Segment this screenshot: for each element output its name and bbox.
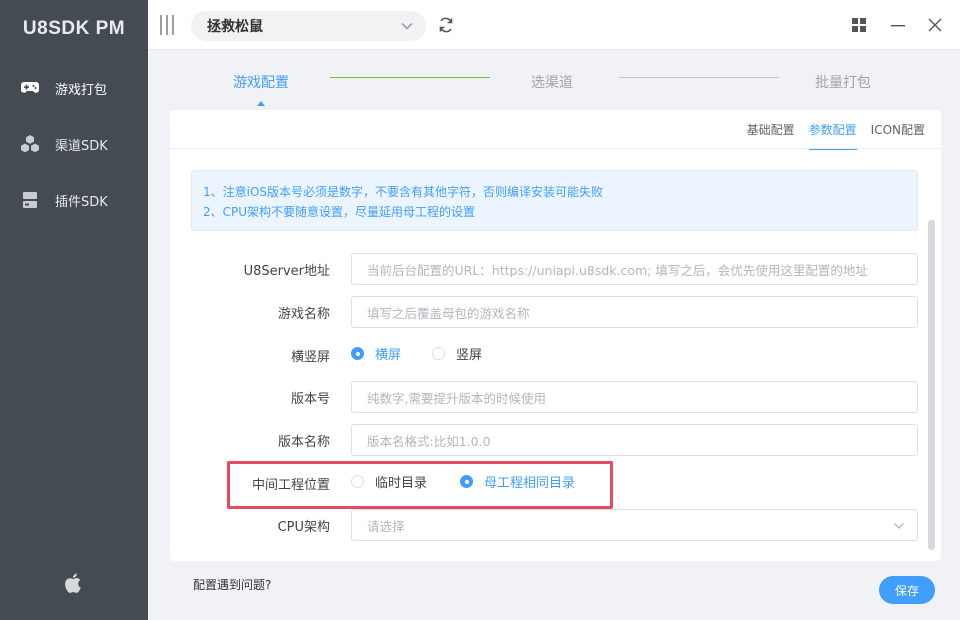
sidebar-item-plugin-sdk[interactable]: 插件SDK bbox=[0, 178, 148, 222]
game-name-label: 游戏名称 bbox=[277, 307, 330, 322]
sidebar-item-label: 渠道SDK bbox=[55, 138, 108, 154]
radio-landscape[interactable]: 横屏 bbox=[351, 344, 401, 363]
step-connector bbox=[619, 77, 779, 78]
apple-icon[interactable] bbox=[64, 572, 84, 594]
version-code-input[interactable]: 纯数字,需要提升版本的时候使用 bbox=[351, 381, 918, 413]
app-brand: U8SDK PM bbox=[22, 18, 126, 39]
save-button[interactable]: 保存 bbox=[879, 576, 935, 604]
tab-basic-config[interactable]: 基础配置 bbox=[747, 121, 795, 150]
scrollbar[interactable] bbox=[928, 220, 935, 550]
menu-grip-icon[interactable] bbox=[160, 15, 174, 35]
sidebar-item-label: 游戏打包 bbox=[55, 82, 108, 98]
game-name-input[interactable]: 填写之后覆盖母包的游戏名称 bbox=[351, 296, 918, 328]
notice-line: 2、CPU架构不要随意设置，尽量延用母工程的设置 bbox=[203, 205, 476, 219]
step-game-config[interactable]: 游戏配置 bbox=[233, 72, 289, 92]
grid-icon[interactable] bbox=[851, 17, 867, 33]
config-card: 基础配置 参数配置 ICON配置 1、注意iOS版本号必须是数字，不要含有其他字… bbox=[170, 110, 941, 561]
divider bbox=[170, 148, 941, 149]
cpu-arch-placeholder: 请选择 bbox=[367, 518, 405, 534]
server-url-label: U8Server地址 bbox=[243, 264, 330, 279]
radio-portrait[interactable]: 竖屏 bbox=[432, 344, 482, 363]
subtabs: 基础配置 参数配置 ICON配置 bbox=[733, 121, 925, 150]
version-name-label: 版本名称 bbox=[277, 435, 330, 450]
chevron-down-icon bbox=[893, 520, 905, 535]
tab-icon-config[interactable]: ICON配置 bbox=[871, 121, 925, 150]
step-indicator-caret bbox=[257, 101, 265, 106]
radio-dot bbox=[432, 347, 445, 360]
tab-param-config[interactable]: 参数配置 bbox=[808, 121, 857, 150]
server-url-input[interactable]: 当前后台配置的URL：https://uniapi.u8sdk.com; 填写之… bbox=[351, 253, 918, 285]
radio-label: 横屏 bbox=[375, 348, 402, 363]
close-icon[interactable] bbox=[927, 17, 943, 33]
plugin-icon bbox=[20, 190, 40, 210]
radio-dot bbox=[351, 347, 364, 360]
minimize-icon[interactable] bbox=[890, 17, 906, 33]
sidebar-item-game-pack[interactable]: 游戏打包 bbox=[0, 66, 148, 110]
version-name-input[interactable]: 版本名格式:比如1.0.0 bbox=[351, 424, 918, 456]
help-link[interactable]: 配置遇到问题? bbox=[193, 576, 271, 593]
cpu-arch-label: CPU架构 bbox=[277, 520, 330, 535]
version-code-label: 版本号 bbox=[290, 392, 330, 407]
project-select-value: 拯救松鼠 bbox=[207, 19, 263, 35]
notice-line: 1、注意iOS版本号必须是数字，不要含有其他字符，否则编译安装可能失败 bbox=[203, 185, 604, 199]
chevron-down-icon bbox=[400, 19, 414, 37]
cpu-arch-select[interactable]: 请选择 bbox=[351, 509, 918, 541]
sidebar: U8SDK PM 游戏打包 渠道SDK 插件SDK bbox=[0, 0, 148, 620]
highlight-box bbox=[227, 461, 613, 509]
top-bar: 拯救松鼠 bbox=[148, 0, 960, 50]
project-select[interactable]: 拯救松鼠 bbox=[191, 11, 426, 41]
notice-box: 1、注意iOS版本号必须是数字，不要含有其他字符，否则编译安装可能失败 2、CP… bbox=[191, 170, 918, 231]
step-batch-pack[interactable]: 批量打包 bbox=[815, 72, 871, 92]
step-connector bbox=[330, 77, 490, 78]
sidebar-item-channel-sdk[interactable]: 渠道SDK bbox=[0, 122, 148, 166]
step-select-channel[interactable]: 选渠道 bbox=[531, 72, 573, 92]
sidebar-item-label: 插件SDK bbox=[55, 194, 108, 210]
orientation-label: 横竖屏 bbox=[290, 350, 330, 365]
cubes-icon bbox=[20, 134, 40, 154]
refresh-icon[interactable] bbox=[437, 16, 455, 34]
radio-label: 竖屏 bbox=[456, 348, 483, 363]
gamepad-icon bbox=[20, 78, 40, 98]
